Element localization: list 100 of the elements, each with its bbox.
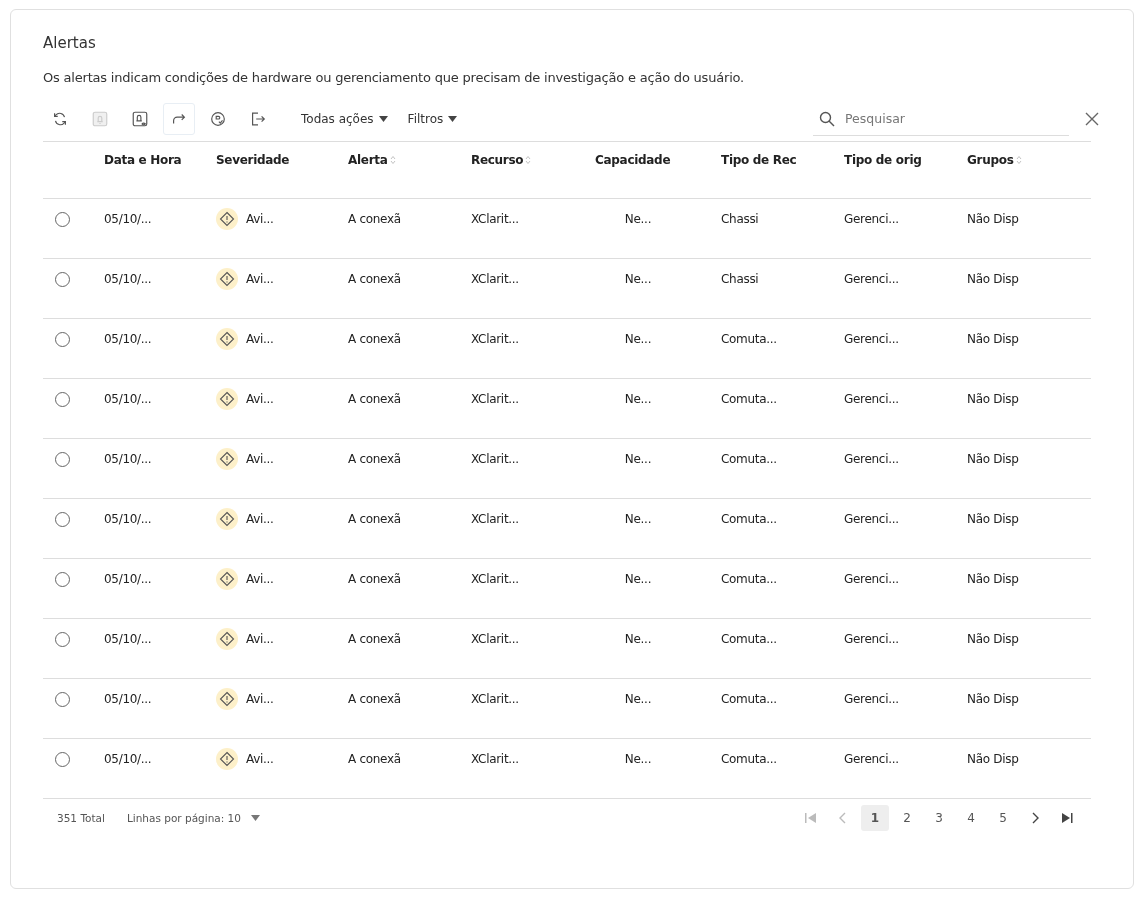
table-cell-text: 05/10/... <box>104 512 153 527</box>
table-cell-text: Comuta... <box>721 392 778 407</box>
table-cell-text: Comuta... <box>721 752 778 767</box>
table-cell: Avi... <box>246 692 274 707</box>
table-cell-text: Comuta... <box>721 632 778 647</box>
table-cell-text: Gerenci... <box>844 752 900 767</box>
table-cell-text: XClarit... <box>471 692 520 707</box>
page-button[interactable]: 3 <box>925 805 953 831</box>
refresh-icon[interactable] <box>51 110 69 128</box>
table-cell: Avi... <box>246 632 274 647</box>
table-cell-text: XClarit... <box>471 332 520 347</box>
warning-icon <box>216 628 238 651</box>
table-cell-text: Gerenci... <box>844 212 900 227</box>
table-cell-text: XClarit... <box>471 632 520 647</box>
table-cell-text: Gerenci... <box>844 572 900 587</box>
radio-button[interactable] <box>55 631 70 647</box>
column-header[interactable]: Grupos <box>967 152 1014 167</box>
table-cell: Avi... <box>246 392 274 407</box>
table-cell-text: Não Disp <box>967 332 1020 347</box>
table-cell-text: XClarit... <box>471 272 520 287</box>
radio-button[interactable] <box>55 451 70 467</box>
close-icon[interactable] <box>1085 112 1099 126</box>
radio-button[interactable] <box>55 271 70 287</box>
radio-button[interactable] <box>55 391 70 407</box>
radio-button[interactable] <box>55 751 70 767</box>
table-cell-text: A conexã <box>348 452 402 467</box>
table-cell: Avi... <box>246 212 274 227</box>
table-cell-text: A conexã <box>348 512 402 527</box>
table-cell-text: A conexã <box>348 272 402 287</box>
table-cell: Avi... <box>246 752 274 767</box>
page-button[interactable]: 1 <box>861 805 889 831</box>
table-cell-text: XClarit... <box>471 752 520 767</box>
table-cell-text: Não Disp <box>967 752 1020 767</box>
warning-icon <box>216 388 238 411</box>
column-header[interactable]: Tipo de Rec <box>721 152 797 167</box>
table-cell-text: A conexã <box>348 632 402 647</box>
rows-per-page-dropdown[interactable]: Linhas por página: 10 <box>126 812 260 824</box>
table-cell-text: XClarit... <box>471 212 520 227</box>
page-button[interactable]: 4 <box>957 805 985 831</box>
table-cell-text: Ne... <box>623 572 653 587</box>
table-cell-text: Comuta... <box>721 572 778 587</box>
dropdown-menu[interactable]: Filtros <box>407 112 458 126</box>
table-cell-text: 05/10/... <box>104 272 153 287</box>
dropdown-menu[interactable]: Todas ações <box>301 112 388 126</box>
table-cell-text: A conexã <box>348 212 402 227</box>
table-cell-text: Não Disp <box>967 692 1020 707</box>
table-cell-text: Comuta... <box>721 692 778 707</box>
table-cell-text: XClarit... <box>471 572 520 587</box>
column-header[interactable]: Data e Hora <box>104 152 182 167</box>
table-cell-text: 05/10/... <box>104 392 153 407</box>
bell-eye-icon[interactable] <box>131 110 149 128</box>
table-cell-text: Comuta... <box>721 512 778 527</box>
table-cell-text: Ne... <box>623 512 653 527</box>
export-icon[interactable] <box>249 110 267 128</box>
table-cell: Avi... <box>246 332 274 347</box>
table-cell-text: A conexã <box>348 752 402 767</box>
table-cell-text: XClarit... <box>471 452 520 467</box>
column-header[interactable]: Severidade <box>216 152 290 167</box>
warning-icon <box>216 328 238 351</box>
table-cell-text: 05/10/... <box>104 212 153 227</box>
table-cell-text: 05/10/... <box>104 632 153 647</box>
radio-button[interactable] <box>55 211 70 227</box>
circle-check-icon[interactable] <box>209 110 227 128</box>
warning-icon <box>216 568 238 591</box>
table-cell-text: Chassi <box>721 212 760 227</box>
warning-icon <box>216 208 238 231</box>
table-cell-text: Gerenci... <box>844 332 900 347</box>
page-button[interactable]: 2 <box>893 805 921 831</box>
table-cell-text: A conexã <box>348 692 402 707</box>
table-cell-text: Ne... <box>623 332 653 347</box>
radio-button[interactable] <box>55 691 70 707</box>
radio-button[interactable] <box>55 331 70 347</box>
table-cell-text: Ne... <box>623 392 653 407</box>
table-cell-text: Comuta... <box>721 452 778 467</box>
table-cell-text: Gerenci... <box>844 632 900 647</box>
table-cell: Avi... <box>246 572 274 587</box>
table-cell-text: XClarit... <box>471 392 520 407</box>
column-header[interactable]: Alerta <box>348 152 388 167</box>
table-cell-text: 05/10/... <box>104 752 153 767</box>
table-cell-text: 05/10/... <box>104 332 153 347</box>
table-cell-text: Ne... <box>623 212 653 227</box>
column-header[interactable]: Tipo de orig <box>844 152 922 167</box>
table-cell-text: Gerenci... <box>844 272 900 287</box>
warning-icon <box>216 688 238 711</box>
page-button[interactable]: 5 <box>989 805 1017 831</box>
radio-button[interactable] <box>55 571 70 587</box>
warning-icon <box>216 508 238 531</box>
column-header[interactable]: Capacidade <box>595 152 671 167</box>
table-cell-text: Ne... <box>623 752 653 767</box>
table-cell-text: Gerenci... <box>844 392 900 407</box>
table-cell-text: Gerenci... <box>844 692 900 707</box>
table-cell-text: Não Disp <box>967 632 1020 647</box>
table-cell-text: Não Disp <box>967 392 1020 407</box>
table-cell-text: Gerenci... <box>844 512 900 527</box>
table-cell-text: Não Disp <box>967 512 1020 527</box>
table-cell-text: Ne... <box>623 272 653 287</box>
table-cell-text: Não Disp <box>967 452 1020 467</box>
table-cell-text: Ne... <box>623 692 653 707</box>
column-header[interactable]: Recurso <box>471 152 524 167</box>
radio-button[interactable] <box>55 511 70 527</box>
